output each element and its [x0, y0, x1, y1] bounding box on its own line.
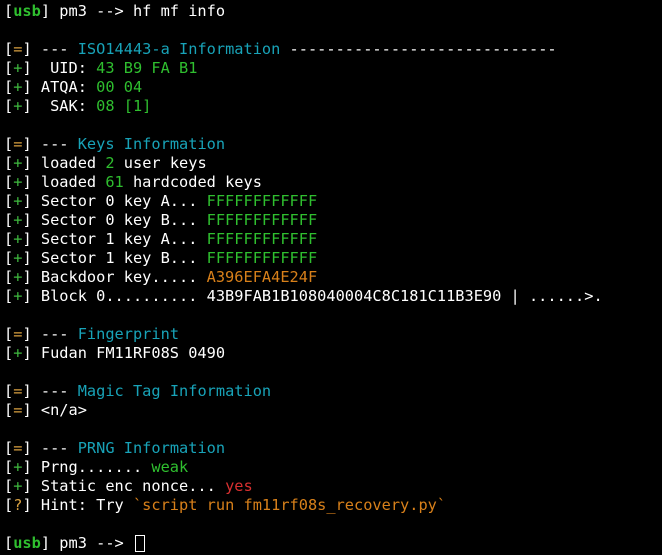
keys-header-line: [=] --- Keys Information	[4, 135, 226, 153]
prompt-usb-label: usb	[13, 2, 41, 20]
hint-label: Hint: Try	[31, 496, 133, 514]
uid-line: [+] UID: 43 B9 FA B1	[4, 59, 198, 77]
static-nonce-line: [+] Static enc nonce... yes	[4, 477, 253, 495]
fingerprint-value: Fudan FM11RF08S 0490	[31, 344, 226, 362]
sector-key-line: [+] Sector 0 key A... FFFFFFFFFFFF	[4, 192, 318, 210]
sector-key-line: [+] Sector 0 key B... FFFFFFFFFFFF	[4, 211, 318, 229]
sector-key-label: Sector 0 key A...	[31, 192, 207, 210]
fingerprint-section-title: Fingerprint	[77, 325, 180, 343]
block0-value: 43B9FAB1B108040004C8C181C11B3E90 | .....…	[206, 287, 603, 305]
sector-key-label: Sector 1 key A...	[31, 230, 207, 248]
backdoor-key-label: Backdoor key.....	[31, 268, 207, 286]
prng-line: [+] Prng....... weak	[4, 458, 189, 476]
sector-key-line: [+] Sector 1 key B... FFFFFFFFFFFF	[4, 249, 318, 267]
loaded-user-keys-line: [+] loaded 2 user keys	[4, 154, 207, 172]
sector-key-label: Sector 0 key B...	[31, 211, 207, 229]
uid-label: UID:	[31, 59, 97, 77]
loaded-hardcoded-keys-line: [+] loaded 61 hardcoded keys	[4, 173, 262, 191]
magic-section-title: Magic Tag Information	[77, 382, 272, 400]
sector-key-line: [+] Sector 1 key A... FFFFFFFFFFFF	[4, 230, 318, 248]
backdoor-key-value: A396EFA4E24F	[206, 268, 318, 286]
sector-key-value: FFFFFFFFFFFF	[206, 249, 318, 267]
iso-header-line: [=] --- ISO14443-a Information ---------…	[4, 40, 557, 58]
sector-key-value: FFFFFFFFFFFF	[206, 230, 318, 248]
sector-key-value: FFFFFFFFFFFF	[206, 192, 318, 210]
iso-header-rule: -----------------------------	[280, 40, 557, 58]
fingerprint-value-line: [+] Fudan FM11RF08S 0490	[4, 344, 226, 362]
atqa-line: [+] ATQA: 00 04	[4, 78, 143, 96]
command-text: hf mf info	[132, 2, 226, 20]
hint-line: [?] Hint: Try `script run fm11rf08s_reco…	[4, 496, 447, 514]
command-prompt-line: [usb] pm3 --> hf mf info	[4, 2, 226, 20]
sak-value: 08 [1]	[96, 97, 152, 115]
block0-line: [+] Block 0.......... 43B9FAB1B108040004…	[4, 287, 603, 305]
prng-header-line: [=] --- PRNG Information	[4, 439, 226, 457]
hint-command: `script run fm11rf08s_recovery.py`	[132, 496, 447, 514]
keys-section-title: Keys Information	[77, 135, 226, 153]
magic-value: <n/a>	[31, 401, 87, 419]
atqa-value: 00 04	[96, 78, 143, 96]
sak-line: [+] SAK: 08 [1]	[4, 97, 152, 115]
terminal-window[interactable]: [usb] pm3 --> hf mf info [=] --- ISO1444…	[0, 0, 662, 555]
static-nonce-value: yes	[225, 477, 253, 495]
fingerprint-header-line: [=] --- Fingerprint	[4, 325, 180, 343]
sector-key-value: FFFFFFFFFFFF	[206, 211, 318, 229]
user-keys-count: 2	[105, 154, 115, 172]
magic-header-line: [=] --- Magic Tag Information	[4, 382, 272, 400]
atqa-label: ATQA:	[31, 78, 97, 96]
prng-section-title: PRNG Information	[77, 439, 226, 457]
text-cursor[interactable]	[134, 535, 145, 552]
prompt-usb-label: usb	[13, 534, 41, 552]
uid-value: 43 B9 FA B1	[96, 59, 198, 77]
prompt-pm3-label: pm3 -->	[50, 2, 133, 20]
block0-label: Block 0..........	[31, 287, 207, 305]
prng-label: Prng.......	[31, 458, 152, 476]
magic-value-line: [=] <n/a>	[4, 401, 87, 419]
prompt-pm3-label: pm3 -->	[50, 534, 133, 552]
sak-label: SAK:	[31, 97, 97, 115]
sector-key-label: Sector 1 key B...	[31, 249, 207, 267]
static-nonce-label: Static enc nonce...	[31, 477, 226, 495]
prng-value: weak	[151, 458, 189, 476]
hardcoded-keys-count: 61	[105, 173, 124, 191]
backdoor-key-line: [+] Backdoor key..... A396EFA4E24F	[4, 268, 318, 286]
final-prompt-line[interactable]: [usb] pm3 -->	[4, 534, 662, 553]
iso-section-title: ISO14443-a Information	[77, 40, 281, 58]
